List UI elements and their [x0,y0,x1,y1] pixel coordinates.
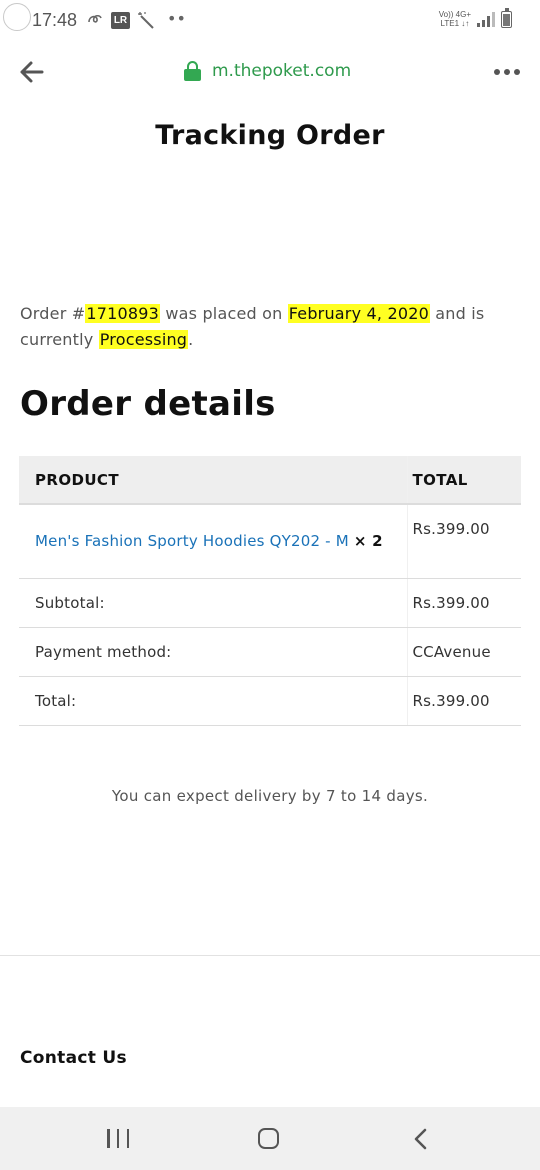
payment-method-label: Payment method: [19,627,407,677]
system-nav-bar [0,1107,540,1170]
footer-divider [0,955,540,956]
recent-apps-icon[interactable] [107,1129,129,1148]
table-row: Payment method: CCAvenue [19,627,521,677]
battery-level [503,14,510,26]
total-label: Total: [19,676,407,726]
home-icon[interactable] [258,1128,279,1149]
delivery-note: You can expect delivery by 7 to 14 days. [111,787,429,805]
summary-placed-text: was placed on [160,304,288,323]
browser-toolbar: m.thepoket.com [0,42,540,104]
lock-icon [184,61,201,81]
network-indicator: Vo)) 4G+ LTE1 ↓↑ [439,10,471,28]
signal-strength-icon [477,11,495,27]
total-column-header: TOTAL [406,456,521,505]
status-right-group: Vo)) 4G+ LTE1 ↓↑ [439,7,512,28]
nav-back-icon[interactable] [410,1127,432,1151]
payment-method-value: CCAvenue [406,627,521,677]
order-number: 1710893 [85,304,161,323]
product-quantity: × 2 [353,532,383,551]
back-arrow-icon[interactable] [18,58,46,86]
notification-icon [87,12,103,30]
subtotal-value: Rs.399.00 [406,578,521,628]
order-details-heading: Order details [20,384,276,424]
product-link[interactable]: Men's Fashion Sporty Hoodies QY202 - M [35,532,349,550]
battery-icon [501,7,512,28]
product-column-header: PRODUCT [19,456,407,505]
table-row: Subtotal: Rs.399.00 [19,578,521,628]
order-summary: Order #1710893 was placed on February 4,… [20,301,520,353]
more-notifications-icon: •• [167,9,186,28]
total-value: Rs.399.00 [406,676,521,726]
url-text: m.thepoket.com [212,61,352,81]
product-cell: Men's Fashion Sporty Hoodies QY202 - M ×… [19,504,407,579]
table-header-row: PRODUCT TOTAL [19,456,521,505]
order-date: February 4, 2020 [287,304,431,323]
summary-prefix: Order # [20,304,86,323]
order-details-table: PRODUCT TOTAL Men's Fashion Sporty Hoodi… [19,456,521,726]
summary-suffix: . [188,330,194,349]
order-status: Processing [98,330,189,349]
table-row: Total: Rs.399.00 [19,676,521,726]
status-time: 17:48 [32,10,78,30]
network-label-top: Vo)) 4G+ [438,10,471,19]
magic-wand-icon [137,11,155,33]
product-total: Rs.399.00 [406,504,521,579]
address-bar[interactable]: m.thepoket.com [184,61,351,81]
page-title: Tracking Order [155,120,385,151]
more-options-icon[interactable] [494,69,520,75]
subtotal-label: Subtotal: [19,578,407,628]
status-indicator-icon [3,3,31,31]
network-label-bottom: LTE1 ↓↑ [440,19,470,28]
lr-app-icon: LR [111,12,130,29]
status-bar: 17:48 LR •• Vo)) 4G+ LTE1 ↓↑ [0,0,540,42]
table-row: Men's Fashion Sporty Hoodies QY202 - M ×… [19,504,521,579]
contact-us-heading[interactable]: Contact Us [20,1048,127,1068]
